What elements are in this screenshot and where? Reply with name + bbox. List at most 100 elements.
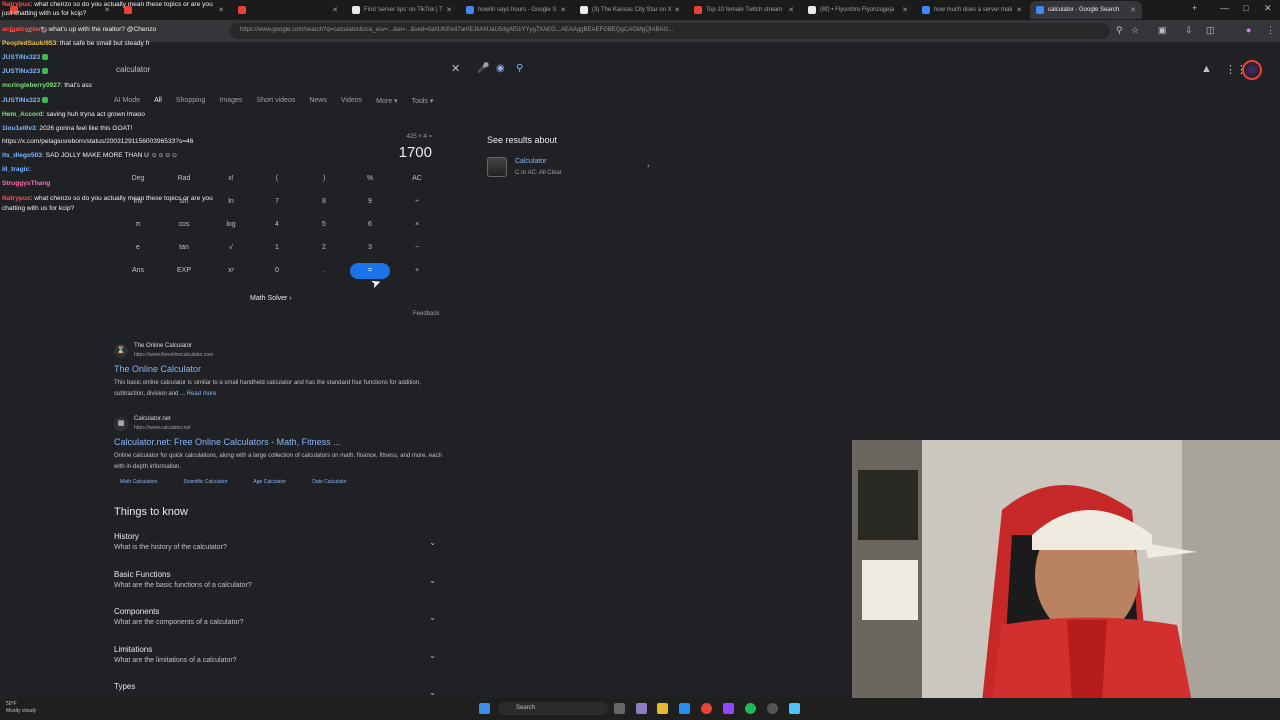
tab-close-icon[interactable]: ✕ (446, 6, 452, 14)
calculator-key[interactable]: EXP (164, 263, 204, 279)
tab-close-icon[interactable]: ✕ (902, 6, 908, 14)
taskbar-search[interactable]: Search (498, 702, 608, 715)
calculator-key[interactable]: 9 (350, 194, 390, 210)
browser-tab[interactable]: (3) The Kansas City Star on X ✕ (574, 1, 686, 19)
search-icon[interactable]: ⚲ (516, 63, 523, 74)
calculator-key[interactable]: 0 (257, 263, 297, 279)
edge-icon[interactable] (679, 703, 690, 714)
app-icon[interactable] (636, 703, 647, 714)
calculator-key[interactable]: ÷ (397, 194, 437, 210)
sitelink-chip[interactable]: Scientific Calculator (177, 478, 234, 487)
calculator-key[interactable]: AC (397, 171, 437, 187)
sidepanel-icon[interactable]: ◫ (1206, 25, 1215, 36)
math-solver-button[interactable]: Math Solver › (250, 295, 292, 302)
result-title-link[interactable]: The Online Calculator (114, 364, 201, 374)
new-tab-button[interactable]: + (1192, 3, 1197, 13)
filter-tab[interactable]: More ▾ (376, 97, 397, 105)
tab-close-icon[interactable]: ✕ (332, 6, 338, 14)
menu-icon[interactable]: ⋮ (1266, 25, 1275, 36)
twitch-icon[interactable] (723, 703, 734, 714)
task-view-icon[interactable] (614, 703, 625, 714)
calculator-key[interactable]: ) (304, 171, 344, 187)
read-more-link[interactable]: Read more (187, 391, 217, 397)
calculator-key[interactable]: Ans (118, 263, 158, 279)
location-icon[interactable]: ⚲ (1116, 25, 1123, 36)
result-title-link[interactable]: Calculator.net: Free Online Calculators … (114, 437, 341, 447)
weather-widget[interactable]: 50°F Mostly cloudy (6, 701, 36, 715)
sitelink-chip[interactable]: Date Calculator (306, 478, 353, 487)
calculator-key[interactable]: tan (164, 240, 204, 256)
sitelink-chip[interactable]: Age Calculator (247, 478, 293, 487)
chevron-down-icon[interactable]: ⌄ (429, 688, 436, 697)
chat-username[interactable]: JUSTINx323 (2, 97, 40, 104)
accordion-item[interactable]: Limitations What are the limitations of a… (114, 645, 442, 681)
lens-icon[interactable]: ◉ (496, 63, 505, 74)
minimize-icon[interactable]: — (1220, 3, 1229, 13)
account-avatar[interactable] (1242, 60, 1262, 80)
accordion-item[interactable]: Basic Functions What are the basic functi… (114, 570, 442, 606)
calculator-key[interactable]: 6 (350, 217, 390, 233)
chevron-right-icon[interactable]: › (647, 161, 650, 170)
chat-username[interactable]: Hem_Accord (2, 111, 43, 118)
chat-username[interactable]: Natrypux (2, 1, 31, 8)
tab-close-icon[interactable]: ✕ (788, 6, 794, 14)
clear-search-icon[interactable]: ✕ (451, 62, 460, 75)
chat-username[interactable]: JUSTINx323 (2, 54, 40, 61)
browser-tab[interactable]: calculator - Google Search ✕ (1030, 1, 1142, 19)
chat-username[interactable]: StruggysThang (2, 180, 50, 187)
tab-close-icon[interactable]: ✕ (674, 6, 680, 14)
spotify-icon[interactable] (745, 703, 756, 714)
calculator-key[interactable]: 5 (304, 217, 344, 233)
chevron-down-icon[interactable]: ⌄ (429, 576, 436, 585)
browser-tab[interactable]: how/in says hours - Google S ✕ (460, 1, 572, 19)
tab-close-icon[interactable]: ✕ (1130, 6, 1136, 14)
sitelink-chip[interactable]: Math Calculators (114, 478, 164, 487)
feedback-link[interactable]: Feedback (413, 311, 439, 317)
chat-username[interactable]: PeopledSauk/653 (2, 40, 56, 47)
filter-tab[interactable]: Videos (341, 97, 362, 105)
chat-username[interactable]: lil_tragic (2, 166, 29, 173)
calculator-key[interactable]: % (350, 171, 390, 187)
calculator-key[interactable]: √ (211, 240, 251, 256)
profile-icon[interactable]: ● (1246, 25, 1251, 35)
calculator-key[interactable]: xʸ (211, 263, 251, 279)
chrome-icon[interactable] (701, 703, 712, 714)
accordion-item[interactable]: History What is the history of the calcul… (114, 532, 442, 568)
windows-start-icon[interactable] (479, 703, 490, 714)
calculator-key[interactable]: 3 (350, 240, 390, 256)
chevron-down-icon[interactable]: ⌄ (429, 538, 436, 547)
calculator-key[interactable]: + (397, 263, 437, 279)
bookmark-star-icon[interactable]: ☆ (1131, 25, 1139, 36)
filter-tab[interactable]: News (309, 97, 327, 105)
chat-username[interactable]: JUSTINx323 (2, 68, 40, 75)
calculator-key[interactable]: e (118, 240, 158, 256)
file-explorer-icon[interactable] (657, 703, 668, 714)
calculator-key[interactable]: × (397, 217, 437, 233)
voice-search-icon[interactable]: 🎤 (477, 63, 489, 74)
browser-tab[interactable]: Find 'server tips' on TikTok | T ✕ (346, 1, 458, 19)
chat-username[interactable]: actualcontent (2, 26, 45, 33)
chevron-down-icon[interactable]: ⌄ (429, 613, 436, 622)
app-icon[interactable] (789, 703, 800, 714)
chat-username[interactable]: its_diego503 (2, 152, 42, 159)
tab-close-icon[interactable]: ✕ (1016, 6, 1022, 14)
calculator-key[interactable]: 8 (304, 194, 344, 210)
chat-username[interactable]: mcringleberry0927 (2, 82, 61, 89)
address-bar[interactable]: https://www.google.com/search?q=calculat… (230, 23, 1110, 39)
downloads-icon[interactable]: ⇩ (1185, 25, 1193, 36)
calculator-key[interactable]: − (397, 240, 437, 256)
calculator-key[interactable]: 1 (257, 240, 297, 256)
knowledge-panel-name[interactable]: Calculator (515, 158, 547, 165)
browser-tab[interactable]: how much does a server mak ✕ (916, 1, 1028, 19)
obs-icon[interactable] (767, 703, 778, 714)
filter-tab[interactable]: Tools ▾ (412, 97, 434, 105)
calculator-key[interactable]: . (304, 263, 344, 279)
knowledge-panel-card[interactable] (480, 152, 663, 184)
extensions-icon[interactable]: ▣ (1158, 25, 1167, 36)
chat-username[interactable]: Natrypux (2, 195, 31, 202)
browser-tab[interactable]: Top 10 female Twitch stream ✕ (688, 1, 800, 19)
labs-icon[interactable]: ▲ (1201, 63, 1212, 75)
browser-tab[interactable]: (Bf) • Flyumbro Flyonzugeja ✕ (802, 1, 914, 19)
chevron-down-icon[interactable]: ⌄ (429, 651, 436, 660)
accordion-item[interactable]: Components What are the components of a c… (114, 607, 442, 643)
